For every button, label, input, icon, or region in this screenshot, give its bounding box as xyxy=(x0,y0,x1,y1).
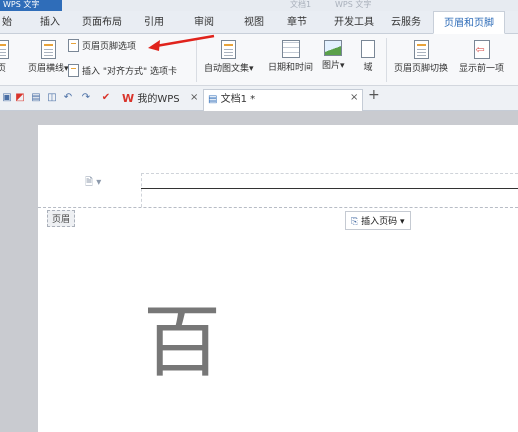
document-tab-icon: ▤ xyxy=(208,94,218,105)
insert-align-tab-label: 插入 "对齐方式" 选项卡 xyxy=(82,67,178,77)
date-time-button[interactable]: 日期和时间 xyxy=(268,40,313,73)
date-time-label: 日期和时间 xyxy=(268,63,314,73)
header-footer-options-label: 页眉页脚选项 xyxy=(82,42,137,52)
tab-my-wps-label: 我的WPS xyxy=(137,94,180,105)
picture-label: 图片 xyxy=(322,61,341,71)
close-icon[interactable]: × xyxy=(350,93,358,103)
body-text[interactable]: 百 xyxy=(143,303,221,383)
header-rule-label: 页眉横线 xyxy=(28,64,65,74)
insert-page-number-label: 插入页码 xyxy=(361,217,398,227)
new-tab-icon[interactable]: + xyxy=(368,88,380,102)
document-canvas: 🗎 ▾ 页眉 ⎘ 插入页码 ▾ 百 xyxy=(0,111,518,432)
switch-header-footer-icon xyxy=(413,40,429,59)
window-title-faint-app: WPS 文字 xyxy=(335,0,372,9)
tab-review[interactable]: 审阅 xyxy=(194,11,214,34)
tab-my-wps[interactable]: W 我的WPS xyxy=(118,89,184,111)
header-boundary xyxy=(38,207,518,208)
tab-page-layout[interactable]: 页面布局 xyxy=(82,11,122,34)
tab-insert[interactable]: 插入 xyxy=(40,11,60,34)
close-icon[interactable]: × xyxy=(190,93,198,103)
chevron-down-icon: ▾ xyxy=(249,64,254,74)
save-icon[interactable]: ▣ xyxy=(1,92,13,104)
page-icon[interactable]: 🗎 ▾ xyxy=(85,175,101,192)
options-doc-icon xyxy=(68,39,79,52)
insert-align-tab-button[interactable]: 插入 "对齐方式" 选项卡 xyxy=(68,64,177,77)
field-button[interactable]: 域 xyxy=(361,40,375,73)
export-pdf-icon[interactable]: ◩ xyxy=(14,92,26,104)
document-icon xyxy=(0,40,9,59)
align-tab-icon xyxy=(68,64,79,77)
wps-logo-icon: W xyxy=(122,92,135,105)
app-title: WPS 文字 xyxy=(0,0,62,11)
auto-text-label: 自动图文集 xyxy=(204,64,250,74)
ribbon-panel: 页 页眉横线▾ 页眉页脚选项 插入 "对齐方式" 选项卡 自动图文集▾ 日期和时… xyxy=(0,34,518,86)
undo-icon[interactable]: ↶ xyxy=(62,92,74,104)
page-number-icon: ⎘ xyxy=(351,217,359,227)
insert-page-number-button[interactable]: ⎘ 插入页码 ▾ xyxy=(345,211,411,230)
field-label: 域 xyxy=(363,63,373,73)
field-icon xyxy=(361,40,375,58)
tab-document1[interactable]: ▤ 文档1 * xyxy=(203,89,363,111)
auto-text-icon xyxy=(221,40,237,59)
show-previous-button[interactable]: 显示前一项 xyxy=(459,40,504,74)
picture-button[interactable]: 图片▾ xyxy=(322,40,345,71)
header-label: 页眉 xyxy=(47,210,76,227)
tab-references[interactable]: 引用 xyxy=(144,11,164,34)
header-footer-options-button[interactable]: 页眉页脚选项 xyxy=(68,39,136,52)
print-preview-icon[interactable]: ◫ xyxy=(46,92,58,104)
tab-view[interactable]: 视图 xyxy=(244,11,264,34)
window-title-faint: 文档1 xyxy=(290,0,312,9)
left-cut-label: 页 xyxy=(0,64,6,74)
show-previous-label: 显示前一项 xyxy=(459,64,505,74)
tab-header-footer[interactable]: 页眉和页脚 xyxy=(433,11,505,34)
tab-start[interactable]: 始 xyxy=(2,11,12,34)
calendar-icon xyxy=(281,40,300,58)
redo-icon[interactable]: ↷ xyxy=(80,92,92,104)
show-previous-icon xyxy=(473,40,490,59)
switch-header-footer-label: 页眉页脚切换 xyxy=(394,64,449,74)
header-rule-line xyxy=(141,188,518,189)
chevron-down-icon: ▾ xyxy=(399,217,405,227)
ribbon-separator xyxy=(386,38,387,82)
header-area[interactable] xyxy=(141,173,518,207)
print-icon[interactable]: ▤ xyxy=(30,92,42,104)
picture-icon xyxy=(324,40,343,56)
header-rule-icon xyxy=(40,40,56,59)
ribbon-tab-bar: 始 插入 页面布局 引用 审阅 视图 章节 开发工具 云服务 页眉和页脚 xyxy=(0,11,518,34)
document-page[interactable]: 🗎 ▾ 页眉 ⎘ 插入页码 ▾ 百 xyxy=(38,125,518,432)
left-cut-button[interactable]: 页 xyxy=(0,40,9,74)
tab-cloud[interactable]: 云服务 xyxy=(391,11,421,34)
quick-access-toolbar: ▣ ◩ ▤ ◫ ↶ ↷ ✔ W 我的WPS × ▤ 文档1 * × + xyxy=(0,86,518,111)
tab-developer[interactable]: 开发工具 xyxy=(334,11,374,34)
customize-icon[interactable]: ✔ xyxy=(100,92,112,104)
title-strip: WPS 文字 文档1 WPS 文字 xyxy=(0,0,518,11)
switch-header-footer-button[interactable]: 页眉页脚切换 xyxy=(394,40,448,74)
header-rule-button[interactable]: 页眉横线▾ xyxy=(28,40,69,74)
annotation-arrow xyxy=(148,34,215,51)
tab-document1-label: 文档1 * xyxy=(220,94,256,105)
tab-chapter[interactable]: 章节 xyxy=(287,11,307,34)
chevron-down-icon: ▾ xyxy=(340,61,345,71)
